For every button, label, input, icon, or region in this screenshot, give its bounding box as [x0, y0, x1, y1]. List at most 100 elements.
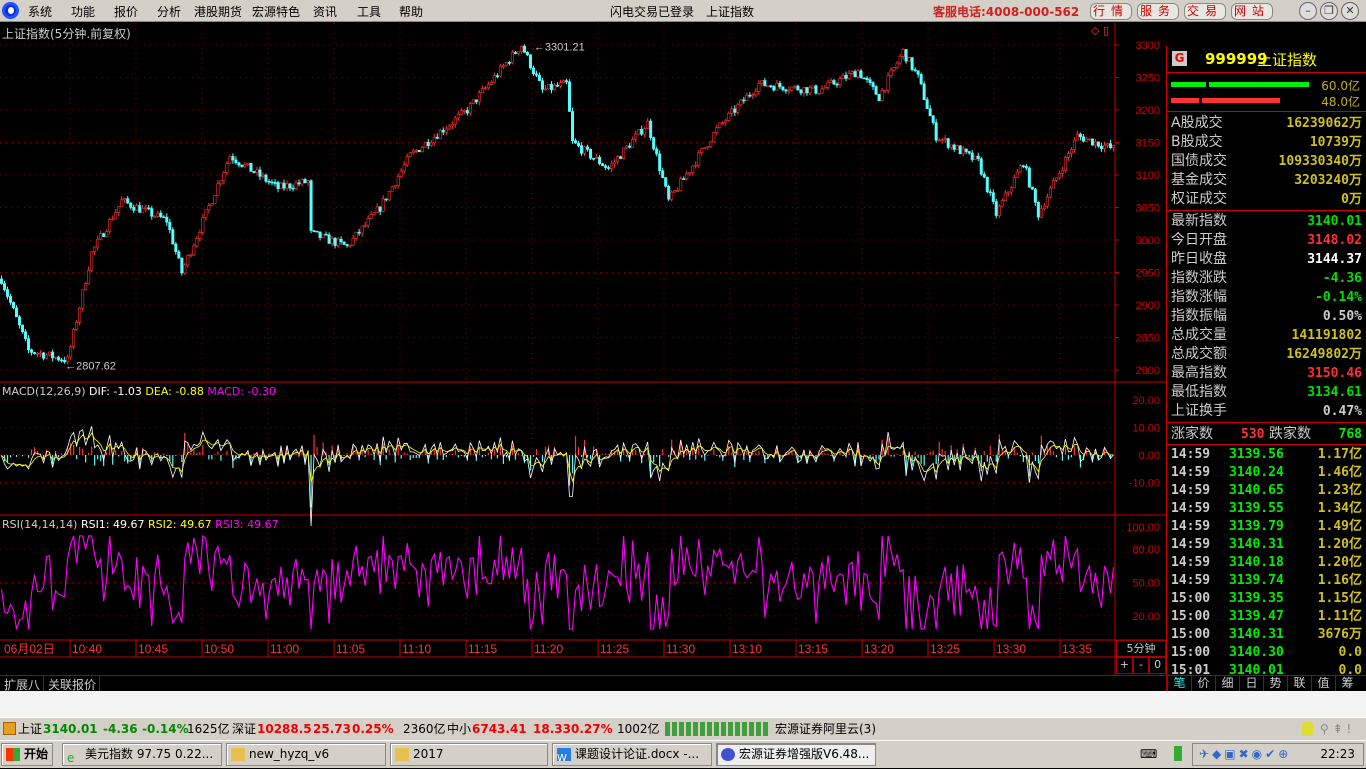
candle	[483, 85, 487, 91]
candle	[288, 182, 292, 192]
candle	[946, 137, 950, 150]
task-usd-index[interactable]: e 美元指数 97.75 0.22...	[62, 743, 222, 766]
candle	[237, 161, 241, 168]
candle-body	[622, 147, 626, 159]
menu-news[interactable]: 资讯	[313, 3, 337, 20]
task-folder-hyzq[interactable]: new_hyzq_v6	[226, 743, 386, 766]
candle	[928, 105, 932, 117]
candle	[1048, 185, 1052, 199]
candle-body	[910, 57, 914, 70]
candle-body	[874, 86, 878, 95]
service-button[interactable]: 服务	[1137, 3, 1179, 20]
candle-body	[1045, 196, 1049, 207]
panel-tab[interactable]: 价	[1191, 676, 1215, 692]
panel-tab[interactable]: 细	[1215, 676, 1239, 692]
chart-options-icon[interactable]: ◇ ▯	[1091, 24, 1109, 37]
candle	[997, 204, 1001, 219]
candle	[988, 189, 992, 196]
start-button[interactable]: 开始	[1, 743, 53, 766]
tray-icons[interactable]: ✈◆▣✖◉✔⊕	[1199, 747, 1291, 761]
menu-hk-futures[interactable]: 港股期货	[194, 3, 242, 20]
task-hongyuan-active[interactable]: 宏源证券增强版V6.48...	[716, 743, 876, 766]
zoom-in-button[interactable]: +	[1116, 657, 1133, 674]
tick-price: 3139.35	[1229, 591, 1284, 606]
zoom-out-button[interactable]: -	[1132, 657, 1150, 674]
candle	[913, 67, 917, 73]
menu-hongyuan[interactable]: 宏源特色	[252, 3, 300, 20]
menu-help[interactable]: 帮助	[399, 3, 423, 20]
panel-tab[interactable]: 筹	[1335, 676, 1359, 692]
candle-body	[958, 145, 962, 155]
candle-body	[24, 331, 28, 340]
volume-value: 0万	[1341, 192, 1362, 207]
candle	[231, 153, 235, 164]
candle	[414, 148, 418, 153]
candle-body	[279, 182, 283, 189]
zx-change: 18.33	[533, 722, 571, 736]
tick-row: 15:00 3140.30 0.0	[1171, 644, 1362, 662]
candle	[372, 211, 376, 215]
candle	[162, 215, 166, 219]
menu-quote[interactable]: 报价	[114, 3, 138, 20]
menu-analysis[interactable]: 分析	[157, 3, 181, 20]
candle-body	[640, 129, 644, 135]
candle	[24, 329, 28, 342]
candle	[658, 150, 662, 175]
candle	[57, 355, 61, 362]
candle	[381, 195, 385, 213]
restore-icon[interactable]: ❐	[1320, 2, 1338, 20]
server-name[interactable]: 宏源证券阿里云(3)	[775, 718, 876, 740]
candle	[12, 301, 16, 310]
candle-body	[760, 80, 764, 84]
ext-tab-related[interactable]: 关联报价	[44, 676, 100, 692]
kline-chart[interactable]: 3300 3250 3200 3150 3100 3050 3000 2950 2900 2850…	[0, 23, 1166, 675]
sh-percent: -0.14%	[142, 722, 189, 736]
menu-system[interactable]: 系统	[28, 3, 52, 20]
candle-body	[808, 87, 812, 94]
task-folder-2017[interactable]: 2017	[390, 743, 548, 766]
candle-body	[153, 215, 157, 218]
candle	[673, 190, 677, 193]
candle-body	[210, 203, 214, 207]
candle-body	[51, 351, 55, 359]
menu-function[interactable]: 功能	[71, 3, 95, 20]
candle	[378, 205, 382, 216]
panel-tab[interactable]: 势	[1263, 676, 1287, 692]
candle-body	[607, 167, 611, 169]
keyboard-icon[interactable]: ⌨	[1140, 747, 1157, 761]
candle-body	[943, 138, 947, 140]
candle-body	[411, 150, 415, 154]
candle-body	[291, 187, 295, 190]
tick-price: 3140.24	[1229, 465, 1284, 480]
candle-body	[147, 207, 151, 210]
candle-body	[1087, 138, 1091, 141]
panel-tab[interactable]: 值	[1311, 676, 1335, 692]
usb-icon[interactable]	[1174, 746, 1182, 761]
panel-tab[interactable]: 笔	[1167, 676, 1191, 692]
zx-index: 6743.41	[472, 722, 527, 736]
chart-title: 上证指数(5分钟.前复权)	[2, 27, 131, 41]
minimize-icon[interactable]: –	[1299, 2, 1317, 20]
candle-body	[531, 67, 535, 75]
website-button[interactable]: 网站	[1231, 3, 1273, 20]
quote-button[interactable]: 行情	[1090, 3, 1132, 20]
flash-trade-status[interactable]: 闪电交易已登录	[610, 3, 694, 20]
candle-body	[733, 108, 737, 113]
candle	[571, 107, 575, 144]
tick-price: 3140.65	[1229, 483, 1284, 498]
menu-tools[interactable]: 工具	[357, 3, 381, 20]
candle	[1009, 186, 1013, 196]
close-icon[interactable]: ✕	[1341, 2, 1359, 20]
trade-button[interactable]: 交易	[1184, 3, 1226, 20]
period-label[interactable]: 5分钟	[1116, 640, 1166, 657]
candle	[489, 80, 493, 86]
coin-icon[interactable]	[1302, 722, 1313, 736]
task-docx[interactable]: W 课题设计论证.docx -...	[552, 743, 712, 766]
candle-body	[33, 352, 37, 354]
candle	[1084, 137, 1088, 142]
zoom-reset-button[interactable]: 0	[1149, 657, 1167, 674]
index-name: 上证指数	[1257, 51, 1318, 69]
ext-tab-8[interactable]: 扩展八	[0, 676, 44, 692]
panel-tab[interactable]: 联	[1287, 676, 1311, 692]
panel-tab[interactable]: 日	[1239, 676, 1263, 692]
